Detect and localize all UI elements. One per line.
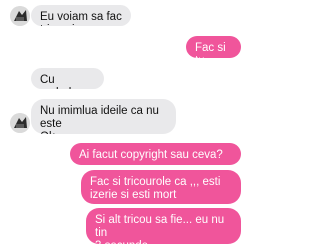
avatar-photo-icon	[10, 6, 30, 26]
contact-avatar[interactable]	[10, 113, 30, 133]
message-outgoing[interactable]: Fac si tricourole ca ,,, esti izerie si …	[81, 170, 241, 204]
contact-avatar[interactable]	[10, 6, 30, 26]
message-outgoing[interactable]: Ai facut copyright sau ceva?	[70, 143, 241, 165]
message-incoming[interactable]: Nu imimlua ideile ca nu este Ok	[31, 99, 176, 134]
avatar-photo-icon	[10, 113, 30, 133]
message-outgoing[interactable]: Fac si tu	[186, 36, 241, 58]
message-incoming[interactable]: Cu vorbele mele	[31, 68, 104, 89]
message-outgoing[interactable]: Si alt tricou sa fie... eu nu tin 3 secu…	[86, 208, 241, 244]
message-incoming[interactable]: Eu voiam sa fac tricouri	[31, 5, 131, 26]
